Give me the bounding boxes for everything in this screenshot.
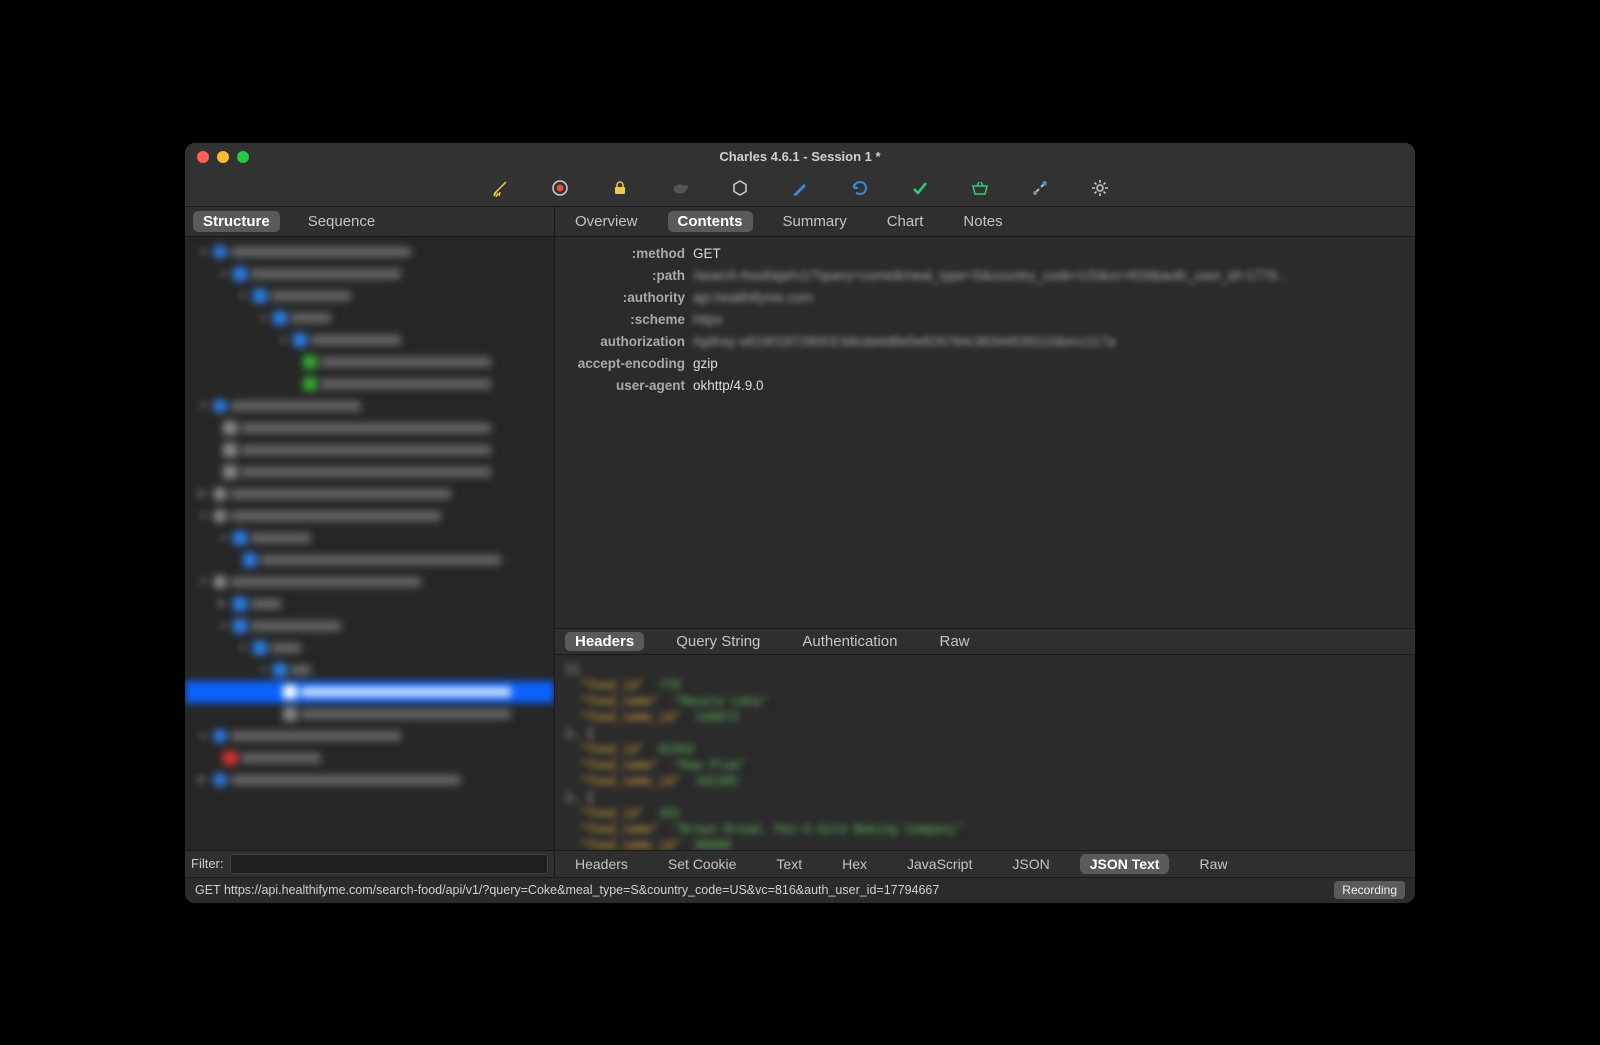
tab-notes[interactable]: Notes [953,211,1012,232]
gear-icon[interactable] [1091,179,1109,197]
tab-req-headers[interactable]: Headers [565,632,644,651]
sidebar-tabs: Structure Sequence [185,207,554,237]
header-row: :path/search-food/api/v1/?query=come&mea… [565,265,1405,287]
tab-resp-raw[interactable]: Raw [1189,854,1237,874]
tab-set-cookie[interactable]: Set Cookie [658,854,746,874]
hosts-tree[interactable]: ▼ ▼ ▼ ▼ ▼ ▼ ▶ ▼ ▼ ▼ ▶ ▼ [185,237,554,850]
tab-summary[interactable]: Summary [773,211,857,232]
filter-label: Filter: [191,856,224,871]
response-view-tabs: Headers Set Cookie Text Hex JavaScript J… [555,850,1415,877]
header-row: authorizationApiKey e819018728003:b8cda4… [565,331,1405,353]
pencil-icon[interactable] [791,179,809,197]
tab-query-string[interactable]: Query String [666,632,770,651]
tab-json[interactable]: JSON [1002,854,1059,874]
tab-contents[interactable]: Contents [668,211,753,232]
toolbar [185,171,1415,207]
tab-sequence[interactable]: Sequence [298,211,386,232]
content-area: Overview Contents Summary Chart Notes :m… [555,207,1415,877]
checkmark-icon[interactable] [911,179,929,197]
filter-bar: Filter: [185,850,554,877]
tab-javascript[interactable]: JavaScript [897,854,982,874]
response-body-pane[interactable]: [{ "food_id": 770, "food_name": "Masala … [555,655,1415,850]
tools-icon[interactable] [1031,179,1049,197]
zoom-button[interactable] [237,151,249,163]
turtle-icon[interactable] [671,179,689,197]
tab-text[interactable]: Text [766,854,812,874]
header-row: :schemehttps [565,309,1405,331]
tab-req-raw[interactable]: Raw [929,632,979,651]
tab-chart[interactable]: Chart [877,211,934,232]
basket-icon[interactable] [971,179,989,197]
tab-structure[interactable]: Structure [193,211,280,232]
content-tabs: Overview Contents Summary Chart Notes [555,207,1415,237]
close-button[interactable] [197,151,209,163]
record-icon[interactable] [551,179,569,197]
request-headers-pane[interactable]: :methodGET :path/search-food/api/v1/?que… [555,237,1415,628]
minimize-button[interactable] [217,151,229,163]
traffic-lights [197,151,249,163]
filter-input[interactable] [230,854,549,874]
header-row: accept-encodinggzip [565,353,1405,375]
tab-resp-headers[interactable]: Headers [565,854,638,874]
tab-hex[interactable]: Hex [832,854,877,874]
main-area: Structure Sequence ▼ ▼ ▼ ▼ ▼ ▼ ▶ ▼ [185,207,1415,877]
refresh-icon[interactable] [851,179,869,197]
titlebar: Charles 4.6.1 - Session 1 * [185,143,1415,171]
recording-badge[interactable]: Recording [1334,881,1405,899]
header-row: :methodGET [565,243,1405,265]
statusbar: GET https://api.healthifyme.com/search-f… [185,877,1415,903]
tab-overview[interactable]: Overview [565,211,648,232]
window-title: Charles 4.6.1 - Session 1 * [197,149,1403,164]
header-row: user-agentokhttp/4.9.0 [565,375,1405,397]
header-row: :authorityapi.healthifyme.com [565,287,1405,309]
status-text: GET https://api.healthifyme.com/search-f… [195,883,1324,897]
request-view-tabs: Headers Query String Authentication Raw [555,628,1415,655]
app-window: Charles 4.6.1 - Session 1 * [185,143,1415,903]
sidebar: Structure Sequence ▼ ▼ ▼ ▼ ▼ ▼ ▶ ▼ [185,207,555,877]
hexagon-icon[interactable] [731,179,749,197]
tab-json-text[interactable]: JSON Text [1080,854,1170,874]
broom-icon[interactable] [491,179,509,197]
tab-authentication[interactable]: Authentication [792,632,907,651]
lock-icon[interactable] [611,179,629,197]
